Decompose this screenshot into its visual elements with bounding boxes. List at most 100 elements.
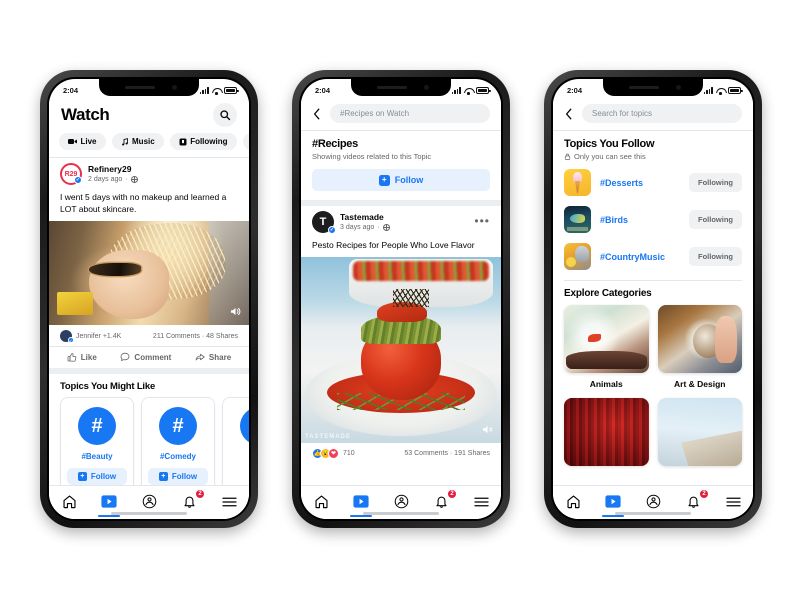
tab-menu[interactable] — [720, 492, 746, 511]
topic-card-comedy[interactable]: # #Comedy + Follow — [141, 397, 215, 494]
more-options-icon[interactable]: ••• — [474, 215, 490, 227]
category-cell-animals[interactable]: Animals — [564, 305, 649, 389]
hashtag-icon: # — [240, 407, 249, 446]
comments-shares-count[interactable]: 53 Comments · 191 Shares — [404, 450, 490, 457]
video-thumbnail-skincare[interactable] — [49, 221, 249, 326]
search-input[interactable]: Search for topics — [582, 104, 742, 123]
tab-groups[interactable] — [136, 492, 162, 511]
reaction-icons: 👍 😮 ❤ — [312, 448, 339, 460]
category-cell-art-design[interactable]: Art & Design — [657, 305, 742, 389]
phone-notch — [603, 79, 703, 96]
tab-home[interactable] — [560, 492, 586, 511]
phone-bezel: 2:04 Watch Live Music Following R29 ✓ Re… — [47, 77, 251, 521]
comment-bubble-icon — [121, 352, 130, 362]
back-chevron-icon[interactable] — [563, 108, 575, 120]
tab-notifications[interactable]: 2 — [176, 489, 205, 511]
search-button[interactable] — [213, 103, 237, 127]
video-face — [89, 250, 169, 319]
reaction-summary[interactable]: 👍 😮 ❤ 710 — [312, 448, 355, 460]
topic-card-row[interactable]: # #Beauty + Follow # #Comedy + Follow — [49, 397, 249, 497]
explore-title: Explore Categories — [564, 288, 652, 299]
hamburger-menu-icon — [473, 497, 489, 506]
phone-mockup-watch-feed: 2:04 Watch Live Music Following R29 ✓ Re… — [40, 70, 258, 528]
reaction-count: 710 — [343, 450, 355, 458]
wifi-icon — [212, 87, 221, 95]
following-button[interactable]: Following — [689, 210, 742, 229]
sound-toggle-button[interactable] — [481, 423, 494, 436]
search-placeholder: Search for topics — [592, 109, 653, 118]
notification-badge: 2 — [699, 489, 709, 499]
chip-live[interactable]: Live — [59, 133, 106, 150]
country-music-thumbnail — [564, 243, 591, 270]
tab-watch[interactable] — [96, 492, 122, 517]
following-button[interactable]: Following — [689, 247, 742, 266]
tab-home[interactable] — [308, 492, 334, 511]
category-chip-row[interactable]: Live Music Following — [49, 129, 249, 157]
share-button[interactable]: Share — [195, 352, 231, 362]
tab-groups[interactable] — [640, 492, 666, 511]
topic-subtitle: Showing videos related to this Topic — [312, 152, 432, 161]
bookmark-icon — [179, 138, 187, 145]
status-time: 2:04 — [63, 86, 79, 95]
topic-card-label: #Comedy — [159, 452, 196, 462]
tab-menu[interactable] — [216, 492, 242, 511]
chip-following[interactable]: Following — [169, 133, 237, 150]
friend-likes[interactable]: ✓ Jennifer +1.4K — [60, 330, 121, 344]
status-indicators — [199, 87, 239, 95]
avatar[interactable]: R29 ✓ — [60, 163, 82, 185]
topics-page-body: Search for topics Topics You Follow Only… — [553, 99, 753, 519]
home-icon — [62, 495, 76, 509]
comments-shares-count[interactable]: 211 Comments · 48 Shares — [153, 333, 238, 340]
back-chevron-icon[interactable] — [311, 108, 323, 120]
sound-toggle-button[interactable] — [229, 305, 242, 318]
section-title: Topics You Follow — [564, 138, 655, 150]
chip-shows[interactable]: Sh — [242, 133, 249, 150]
phone-bezel: 2:04 #Recipes on Watch #Recipes Showing … — [299, 77, 503, 521]
search-value: #Recipes on Watch — [340, 109, 410, 118]
phone-screen: 2:04 Search for topics Topics You Follow… — [553, 79, 753, 519]
topic-card-partial[interactable]: # — [222, 397, 249, 494]
search-input[interactable]: #Recipes on Watch — [330, 104, 490, 123]
video-camera-icon — [68, 139, 77, 144]
follow-button[interactable]: + Follow — [312, 169, 490, 191]
tab-watch[interactable] — [348, 492, 374, 517]
follow-label: Follow — [90, 472, 117, 482]
topic-page-body: #Recipes on Watch #Recipes Showing video… — [301, 99, 501, 519]
chip-music[interactable]: Music — [111, 133, 164, 150]
status-indicators — [703, 87, 743, 95]
follow-button[interactable]: + Follow — [67, 468, 127, 486]
explore-category-grid[interactable]: Animals Art & Design — [553, 305, 753, 472]
bell-icon — [435, 496, 447, 508]
category-cell-partial-left[interactable] — [564, 398, 649, 472]
topic-row-birds[interactable]: #Birds Following — [553, 201, 753, 238]
comment-button[interactable]: Comment — [120, 352, 171, 362]
tab-notifications[interactable]: 2 — [428, 489, 457, 511]
globe-icon — [382, 223, 390, 231]
follow-section-header: Topics You Follow Only you can see this — [553, 131, 753, 164]
follow-button[interactable]: + Follow — [148, 468, 208, 486]
category-cell-partial-right[interactable] — [657, 398, 742, 472]
tab-home[interactable] — [56, 492, 82, 511]
post-author-name[interactable]: Refinery29 — [88, 164, 138, 174]
topic-card-beauty[interactable]: # #Beauty + Follow — [60, 397, 134, 494]
topic-row-desserts[interactable]: #Desserts Following — [553, 164, 753, 201]
plus-square-icon: + — [158, 472, 168, 482]
tab-groups[interactable] — [388, 492, 414, 511]
tab-menu[interactable] — [468, 492, 494, 511]
topics-section-title: Topics You Might Like — [60, 381, 156, 393]
tab-notifications[interactable]: 2 — [680, 489, 709, 511]
like-button[interactable]: Like — [67, 352, 97, 362]
cellular-signal-icon — [451, 87, 461, 94]
thumbs-up-icon — [67, 353, 77, 362]
tab-watch[interactable] — [600, 492, 626, 517]
hamburger-menu-icon — [221, 497, 237, 506]
following-button[interactable]: Following — [689, 173, 742, 192]
battery-icon — [728, 87, 743, 94]
post-author-name[interactable]: Tastemade — [340, 212, 390, 222]
home-indicator — [363, 512, 439, 515]
topic-row-countrymusic[interactable]: #CountryMusic Following — [553, 238, 753, 275]
follow-label: Follow — [394, 175, 424, 185]
avatar[interactable]: T ✓ — [312, 211, 336, 234]
video-thumbnail-recipe[interactable]: TASTEMADE — [301, 257, 501, 444]
phone-mockup-topic-page: 2:04 #Recipes on Watch #Recipes Showing … — [292, 70, 510, 528]
